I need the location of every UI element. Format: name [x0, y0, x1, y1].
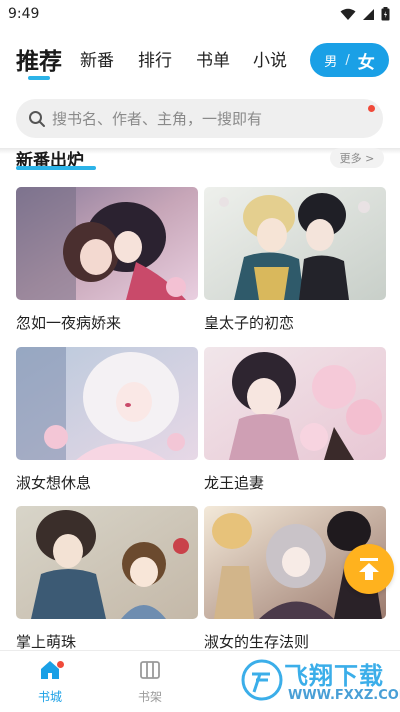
- active-tab-indicator: [28, 76, 50, 80]
- watermark: 飞翔下载 WWW.FXXZ.COM: [240, 654, 400, 710]
- tab-ranking[interactable]: 排行: [138, 46, 172, 71]
- book-card[interactable]: 龙王追妻: [204, 347, 386, 493]
- battery-icon: [381, 7, 390, 21]
- gender-female-option[interactable]: 女: [358, 48, 375, 73]
- gender-separator: /: [345, 52, 350, 68]
- status-time: 9:49: [8, 6, 40, 22]
- book-cover[interactable]: [16, 187, 198, 300]
- book-title[interactable]: 龙王追妻: [204, 472, 386, 493]
- nav-bookstore[interactable]: 书城: [20, 659, 80, 705]
- section-title-underline: [16, 166, 96, 170]
- book-card[interactable]: 淑女想休息: [16, 347, 198, 493]
- book-title[interactable]: 忽如一夜病娇来: [16, 312, 198, 333]
- gender-toggle[interactable]: 男 / 女: [310, 43, 389, 77]
- section-title: 新番出炉: [16, 151, 84, 168]
- book-cover[interactable]: [204, 187, 386, 300]
- book-title[interactable]: 皇太子的初恋: [204, 312, 386, 333]
- watermark-url: WWW.FXXZ.COM: [288, 688, 400, 703]
- book-title[interactable]: 淑女想休息: [16, 472, 198, 493]
- wifi-icon: [340, 8, 356, 20]
- book-cover[interactable]: [16, 347, 198, 460]
- search-placeholder: 搜书名、作者、主角，一搜即有: [52, 110, 263, 128]
- gender-male-option[interactable]: 男: [324, 51, 337, 70]
- book-title[interactable]: 淑女的生存法则: [204, 631, 386, 652]
- book-title[interactable]: 掌上萌珠: [16, 631, 198, 652]
- scroll-to-top-button[interactable]: [344, 544, 394, 594]
- book-card[interactable]: 掌上萌珠: [16, 506, 198, 652]
- status-bar: 9:49: [0, 0, 400, 28]
- tab-novel[interactable]: 小说: [253, 46, 287, 71]
- arrow-up-icon: [359, 558, 379, 580]
- book-cover[interactable]: [16, 506, 198, 619]
- nav-bookshelf[interactable]: 书架: [120, 659, 180, 705]
- book-card[interactable]: 忽如一夜病娇来: [16, 187, 198, 333]
- signal-icon: [363, 8, 374, 20]
- more-button[interactable]: 更多 >: [330, 148, 384, 168]
- watermark-logo-icon: [241, 659, 283, 701]
- book-card[interactable]: 皇太子的初恋: [204, 187, 386, 333]
- tab-booklist[interactable]: 书单: [196, 46, 230, 71]
- notification-dot: [57, 661, 64, 668]
- watermark-text: 飞翔下载: [284, 662, 384, 690]
- bookshelf-icon: [140, 661, 160, 679]
- notification-dot: [368, 105, 375, 112]
- status-icons: [340, 7, 390, 21]
- tab-new[interactable]: 新番: [80, 46, 114, 71]
- book-cover[interactable]: [204, 347, 386, 460]
- nav-label: 书城: [37, 690, 62, 704]
- search-icon: [29, 110, 45, 127]
- nav-label: 书架: [137, 690, 162, 704]
- search-input[interactable]: 搜书名、作者、主角，一搜即有: [16, 99, 383, 138]
- tab-recommend[interactable]: 推荐: [16, 42, 62, 76]
